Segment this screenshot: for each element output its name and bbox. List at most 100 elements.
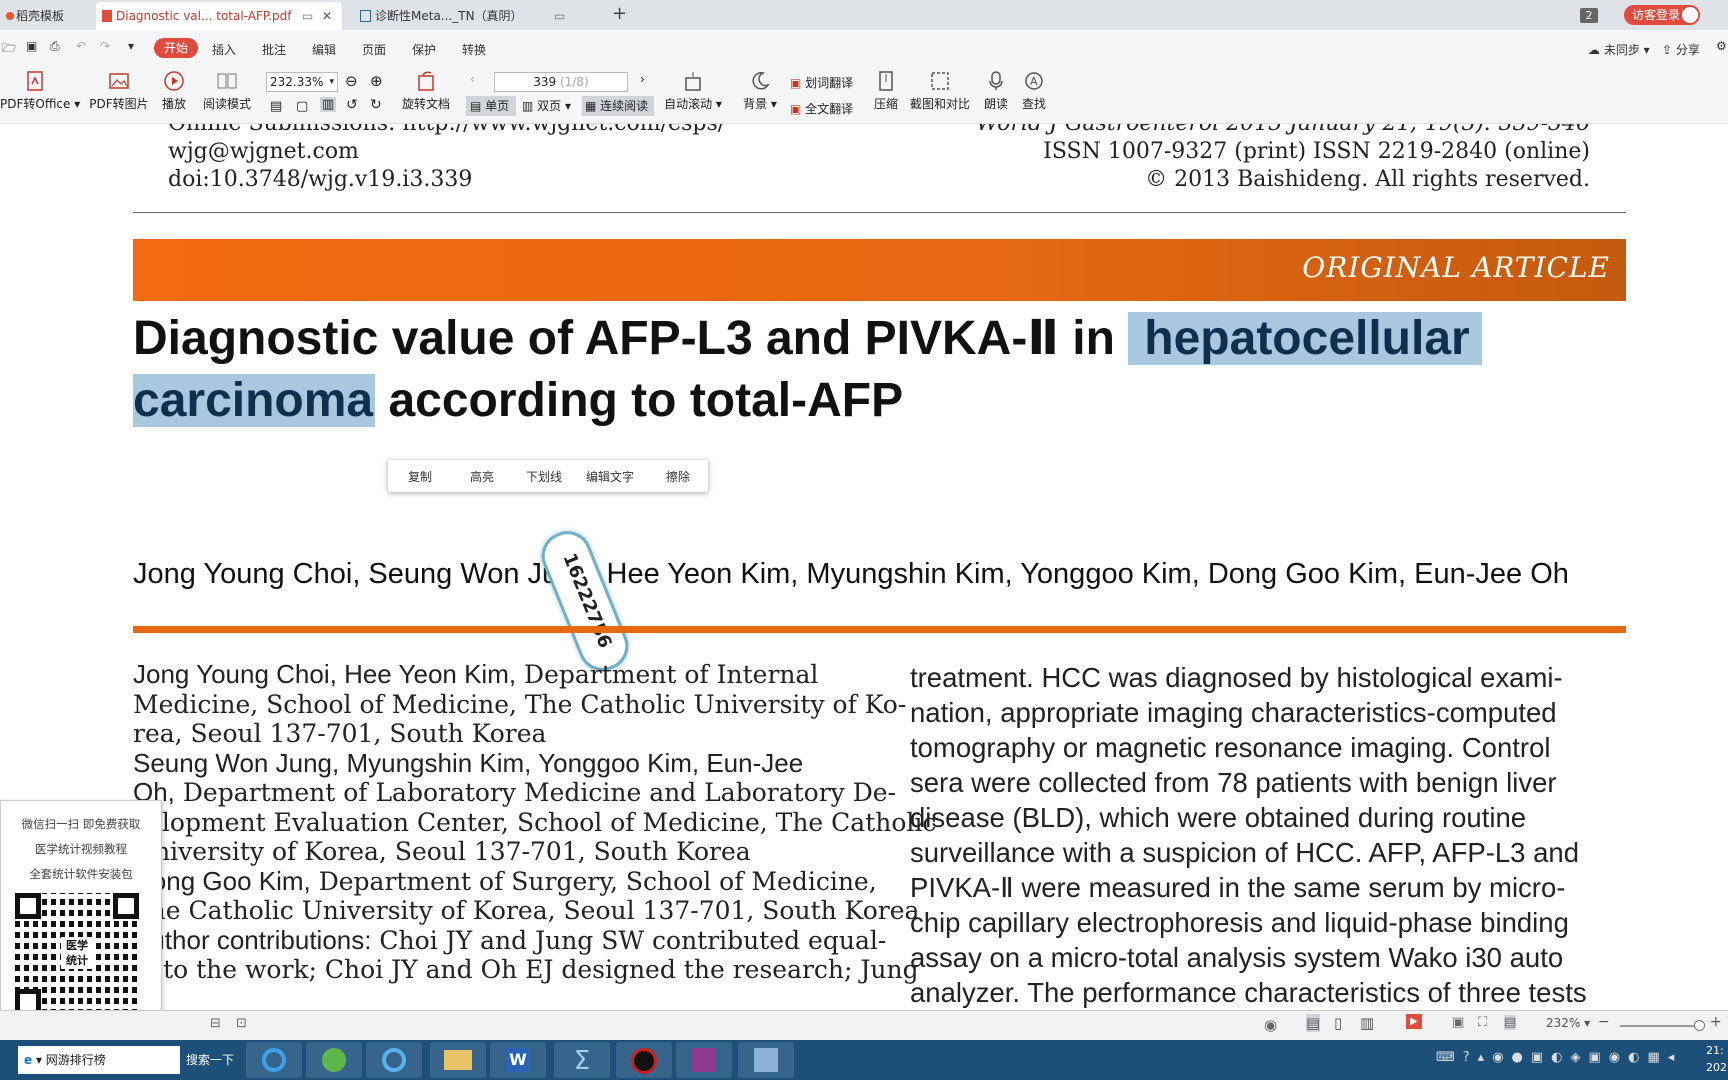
file-explorer-icon[interactable]: [430, 1042, 486, 1078]
qr-finder-top-left: [15, 893, 41, 919]
nav-panel-icon[interactable]: ⊟: [210, 1016, 221, 1031]
share-button[interactable]: ⇪ 分享: [1662, 41, 1700, 58]
word-translate-button[interactable]: ▣ 划词翻译: [790, 74, 853, 91]
ie-browser-icon[interactable]: [246, 1042, 302, 1078]
tray-icons[interactable]: ⌨?▴◉●▣◐◈▣◉◐▦◂: [1436, 1050, 1682, 1065]
rotate-document-button[interactable]: 旋转文档: [400, 70, 452, 112]
settings-icon[interactable]: ⚙: [1716, 39, 1727, 53]
single-page-button[interactable]: ▤ 单页: [466, 96, 516, 116]
open-folder-icon[interactable]: 🗁: [2, 39, 17, 60]
underline-menu-item[interactable]: 下划线: [526, 468, 562, 485]
wps-office-icon[interactable]: W: [490, 1042, 546, 1078]
abstract-line: tomography or magnetic resonance imaging…: [910, 732, 1551, 763]
window-count-badge[interactable]: 2: [1580, 8, 1598, 23]
prev-page-icon[interactable]: ‹: [470, 72, 475, 86]
save-icon[interactable]: ▣: [26, 39, 37, 53]
visitor-login-button[interactable]: 访客登录: [1624, 5, 1700, 25]
abstract-line: nation, appropriate imaging characterist…: [910, 697, 1557, 728]
zoom-out-icon[interactable]: ⊖: [345, 72, 358, 90]
compress-button[interactable]: 压缩: [872, 70, 900, 112]
next-page-icon[interactable]: ›: [640, 72, 645, 86]
abstract-line: treatment. HCC was diagnosed by histolog…: [910, 662, 1563, 693]
pdf-to-image-button[interactable]: PDF转图片: [88, 70, 150, 112]
menu-annotate[interactable]: 批注: [262, 41, 286, 58]
reading-mode-button[interactable]: 阅读模式: [202, 70, 252, 112]
redo-icon[interactable]: ↷: [100, 39, 110, 53]
full-translate-button[interactable]: ▣ 全文翻译: [790, 100, 853, 117]
screen-recorder-icon[interactable]: [616, 1042, 672, 1078]
tab-window-icon[interactable]: ▭: [554, 2, 565, 30]
rotate-right-icon[interactable]: ↻: [370, 97, 382, 113]
menu-edit[interactable]: 编辑: [312, 41, 336, 58]
tab-active-pdf[interactable]: Diagnostic val... total-AFP.pdf ▭ ✕: [96, 2, 342, 30]
zoom-in-status-icon[interactable]: +: [1710, 1014, 1722, 1030]
share-icon: ⇪: [1662, 43, 1673, 57]
fit-width-status-icon[interactable]: ▤: [1504, 1015, 1517, 1030]
title-text-selected[interactable]: hepatocellular: [1128, 312, 1482, 365]
zoom-out-status-icon[interactable]: −: [1598, 1014, 1610, 1030]
copy-menu-item[interactable]: 复制: [408, 468, 432, 485]
bookmark-panel-icon[interactable]: ⊡: [236, 1016, 247, 1031]
tab-close-icon[interactable]: ✕: [322, 2, 332, 30]
translate-doc-icon: ▣: [790, 102, 802, 116]
pdf-to-office-button[interactable]: PDF转Office ▾: [0, 70, 80, 112]
single-page-view-icon[interactable]: ▤: [1306, 1014, 1321, 1032]
tab-meta-doc[interactable]: 诊断性Meta..._TN（真阴） ▭: [354, 2, 594, 30]
tab-docer-templates[interactable]: 稻壳模板: [0, 2, 92, 30]
continuous-reading-button[interactable]: ▦ 连续阅读: [582, 96, 654, 116]
actual-size-status-icon[interactable]: ▣: [1452, 1015, 1464, 1030]
zoom-select[interactable]: 232.33% ▾: [266, 72, 338, 92]
status-zoom-select[interactable]: 232% ▾: [1546, 1016, 1590, 1030]
menu-start[interactable]: 开始: [154, 38, 198, 58]
moon-icon: [752, 72, 770, 90]
menu-convert[interactable]: 转换: [462, 41, 486, 58]
edit-text-menu-item[interactable]: 编辑文字: [586, 468, 634, 485]
undo-icon[interactable]: ↶: [76, 39, 86, 53]
network-tool-icon[interactable]: [738, 1042, 794, 1078]
auto-scroll-button[interactable]: 自动滚动 ▾: [664, 70, 722, 112]
continuous-view-icon[interactable]: ▯: [1334, 1014, 1342, 1032]
fit-width-icon[interactable]: ▥: [320, 97, 337, 112]
clock-date: 202: [1706, 1061, 1727, 1074]
actual-size-icon[interactable]: ▤: [270, 99, 282, 114]
green-browser-icon[interactable]: [306, 1042, 362, 1078]
tab-window-icon[interactable]: ▭: [302, 2, 313, 30]
zoom-in-icon[interactable]: ⊕: [370, 72, 383, 90]
affiliations-column: Jong Young Choi, Hee Yeon Kim, Departmen…: [133, 659, 936, 985]
winrar-icon[interactable]: [676, 1042, 732, 1078]
title-text-selected[interactable]: carcinoma: [133, 374, 376, 427]
taskbar-clock[interactable]: 21: 202: [1706, 1042, 1727, 1076]
taskbar-search-button[interactable]: 搜索一下: [182, 1046, 238, 1074]
pdf-document-view[interactable]: Online Submissions: http://www.wjgnet.co…: [0, 124, 1728, 1010]
menu-insert[interactable]: 插入: [212, 41, 236, 58]
ie-icon[interactable]: [366, 1042, 422, 1078]
eye-care-icon[interactable]: ◉: [1264, 1016, 1277, 1034]
find-button[interactable]: A 查找: [1020, 70, 1048, 112]
article-title[interactable]: Diagnostic value of AFP-L3 and PIVKA-Ⅱ i…: [133, 308, 1633, 432]
quick-access-dropdown-icon[interactable]: ▾: [128, 39, 134, 53]
new-tab-plus-icon[interactable]: +: [612, 3, 627, 24]
sigma-stats-icon[interactable]: Σ: [554, 1042, 610, 1078]
qr-ad-panel[interactable]: 微信扫一扫 即免费获取 医学统计视频教程 全套统计软件安装包 医学统计: [0, 800, 162, 1028]
tab-bar: 稻壳模板 Diagnostic val... total-AFP.pdf ▭ ✕…: [0, 0, 1728, 30]
erase-menu-item[interactable]: 擦除: [666, 468, 690, 485]
play-slideshow-icon[interactable]: ▶: [1406, 1014, 1422, 1029]
rotate-left-icon[interactable]: ↺: [346, 97, 358, 113]
play-button[interactable]: 播放: [160, 70, 188, 112]
background-button[interactable]: 背景 ▾: [742, 70, 778, 112]
taskbar-search-box[interactable]: e ▾ 网游排行榜: [18, 1046, 180, 1074]
page-number-input[interactable]: 339 (1/8): [494, 72, 628, 92]
double-page-button[interactable]: ▥ 双页 ▾: [522, 96, 578, 116]
zoom-slider[interactable]: [1620, 1020, 1705, 1031]
screenshot-compare-button[interactable]: 截图和对比: [908, 70, 972, 112]
print-icon[interactable]: ⎙: [50, 39, 60, 54]
read-aloud-button[interactable]: 朗读: [982, 70, 1010, 112]
highlight-menu-item[interactable]: 高亮: [470, 468, 494, 485]
zoom-slider-handle[interactable]: [1694, 1020, 1705, 1031]
fit-page-icon[interactable]: ▢: [296, 99, 308, 114]
menu-protect[interactable]: 保护: [412, 41, 436, 58]
double-view-icon[interactable]: ▥: [1360, 1014, 1374, 1032]
menu-page[interactable]: 页面: [362, 41, 386, 58]
sync-status[interactable]: ☁ 未同步 ▾: [1588, 41, 1650, 58]
fit-page-status-icon[interactable]: ⛶: [1478, 1015, 1487, 1030]
